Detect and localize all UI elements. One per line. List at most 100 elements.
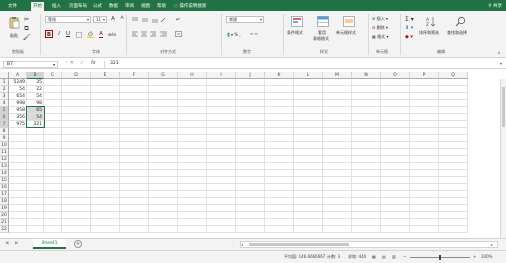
cell-c1[interactable] <box>44 79 62 86</box>
cell-e2[interactable] <box>91 86 120 93</box>
cell-l11[interactable] <box>294 149 323 156</box>
cell-l21[interactable] <box>294 219 323 226</box>
cell-a22[interactable] <box>9 226 27 233</box>
cell-k3[interactable] <box>265 93 294 100</box>
cell-p8[interactable] <box>410 128 439 135</box>
cell-b20[interactable] <box>27 212 44 219</box>
cell-j9[interactable] <box>236 135 265 142</box>
italic-button[interactable]: I <box>55 30 63 38</box>
cell-f15[interactable] <box>120 177 149 184</box>
cell-h7[interactable] <box>178 121 207 128</box>
zoom-in-icon[interactable]: + <box>473 254 476 259</box>
cell-n22[interactable] <box>352 226 381 233</box>
cell-n5[interactable] <box>352 107 381 114</box>
add-sheet-button[interactable]: + <box>74 240 82 248</box>
tab-review[interactable]: 审阅 <box>123 2 136 11</box>
cell-c8[interactable] <box>44 128 62 135</box>
zoom-slider[interactable] <box>410 255 470 260</box>
cell-i3[interactable] <box>207 93 236 100</box>
cell-k5[interactable] <box>265 107 294 114</box>
cell-a12[interactable] <box>9 156 27 163</box>
column-header-c[interactable]: C <box>44 72 62 79</box>
cell-i8[interactable] <box>207 128 236 135</box>
cell-f22[interactable] <box>120 226 149 233</box>
cell-a2[interactable]: 54 <box>9 86 27 93</box>
cell-m2[interactable] <box>323 86 352 93</box>
cell-j19[interactable] <box>236 205 265 212</box>
row-header-1[interactable]: 1 <box>0 79 9 86</box>
cell-k14[interactable] <box>265 170 294 177</box>
cell-g2[interactable] <box>149 86 178 93</box>
cell-k1[interactable] <box>265 79 294 86</box>
cell-o6[interactable] <box>381 114 410 121</box>
cell-g4[interactable] <box>149 100 178 107</box>
cell-a19[interactable] <box>9 205 27 212</box>
cell-q10[interactable] <box>439 142 468 149</box>
cell-c20[interactable] <box>44 212 62 219</box>
autosum-icon[interactable]: Σ ▾ <box>405 16 414 23</box>
vertical-scrollbar[interactable] <box>500 79 506 238</box>
row-header-18[interactable]: 18 <box>0 198 9 205</box>
cell-m1[interactable] <box>323 79 352 86</box>
cell-p11[interactable] <box>410 149 439 156</box>
number-format-combo[interactable]: 常规 ▾ <box>226 16 264 23</box>
cell-k7[interactable] <box>265 121 294 128</box>
cell-c13[interactable] <box>44 163 62 170</box>
cell-p13[interactable] <box>410 163 439 170</box>
cell-q9[interactable] <box>439 135 468 142</box>
cell-o9[interactable] <box>381 135 410 142</box>
column-header-q[interactable]: Q <box>439 72 468 79</box>
column-header-a[interactable]: A <box>9 72 27 79</box>
cell-b14[interactable] <box>27 170 44 177</box>
cell-q2[interactable] <box>439 86 468 93</box>
cell-j16[interactable] <box>236 184 265 191</box>
cell-d17[interactable] <box>62 191 91 198</box>
cell-m8[interactable] <box>323 128 352 135</box>
cell-k15[interactable] <box>265 177 294 184</box>
cell-a4[interactable]: 998 <box>9 100 27 107</box>
cell-g8[interactable] <box>149 128 178 135</box>
cell-f18[interactable] <box>120 198 149 205</box>
cell-f3[interactable] <box>120 93 149 100</box>
row-header-9[interactable]: 9 <box>0 135 9 142</box>
cell-l20[interactable] <box>294 212 323 219</box>
cell-i9[interactable] <box>207 135 236 142</box>
cell-h3[interactable] <box>178 93 207 100</box>
column-header-j[interactable]: J <box>236 72 265 79</box>
cell-g9[interactable] <box>149 135 178 142</box>
cell-k19[interactable] <box>265 205 294 212</box>
name-box[interactable]: B7 ▾ <box>3 61 58 68</box>
cell-c7[interactable] <box>44 121 62 128</box>
cell-a7[interactable]: 975 <box>9 121 27 128</box>
cell-d22[interactable] <box>62 226 91 233</box>
cell-e7[interactable] <box>91 121 120 128</box>
cell-h9[interactable] <box>178 135 207 142</box>
cell-g16[interactable] <box>149 184 178 191</box>
zoom-level[interactable]: 100% <box>481 254 492 259</box>
cell-k2[interactable] <box>265 86 294 93</box>
cell-l10[interactable] <box>294 142 323 149</box>
cell-o1[interactable] <box>381 79 410 86</box>
cell-m14[interactable] <box>323 170 352 177</box>
cell-m9[interactable] <box>323 135 352 142</box>
cell-d7[interactable] <box>62 121 91 128</box>
cell-i16[interactable] <box>207 184 236 191</box>
cell-l1[interactable] <box>294 79 323 86</box>
copy-icon[interactable]: ⧉ <box>23 25 30 32</box>
row-header-11[interactable]: 11 <box>0 149 9 156</box>
collapse-ribbon-icon[interactable]: ∧ <box>496 49 502 55</box>
cell-c21[interactable] <box>44 219 62 226</box>
cell-q19[interactable] <box>439 205 468 212</box>
cell-o15[interactable] <box>381 177 410 184</box>
cell-q14[interactable] <box>439 170 468 177</box>
cell-i2[interactable] <box>207 86 236 93</box>
cell-i19[interactable] <box>207 205 236 212</box>
cell-p22[interactable] <box>410 226 439 233</box>
cell-m18[interactable] <box>323 198 352 205</box>
bold-button[interactable]: B <box>45 30 53 38</box>
cell-h18[interactable] <box>178 198 207 205</box>
horizontal-scrollbar[interactable]: ◂ ▸ <box>240 241 498 248</box>
find-select-icon[interactable] <box>454 15 466 27</box>
cell-n8[interactable] <box>352 128 381 135</box>
row-header-5[interactable]: 5 <box>0 107 9 114</box>
